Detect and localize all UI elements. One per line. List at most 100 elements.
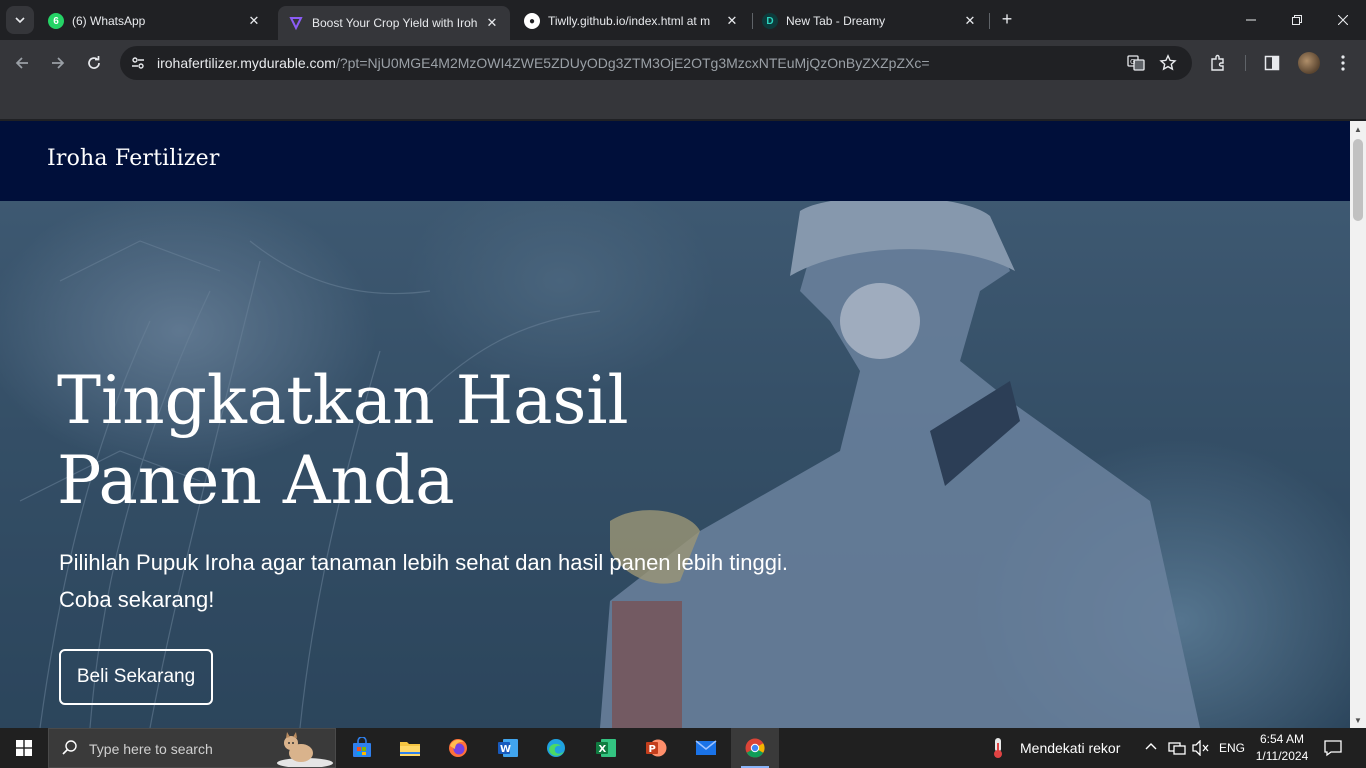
clock-time: 6:54 AM xyxy=(1259,732,1305,746)
svg-text:W: W xyxy=(500,744,511,755)
page-scrollbar[interactable]: ▲ ▼ xyxy=(1350,121,1366,728)
taskbar-word[interactable]: W xyxy=(484,728,532,768)
tab-search-button[interactable] xyxy=(6,6,34,34)
hero-subtitle-line: Coba sekarang! xyxy=(59,587,215,612)
minimize-icon xyxy=(1246,19,1256,21)
svg-text:P: P xyxy=(649,744,656,755)
url-path: /?pt=NjU0MGE4M2MzOWI4ZWE5ZDUyODg3ZTM3OjE… xyxy=(335,55,930,71)
translate-icon[interactable]: G xyxy=(1126,53,1146,73)
volume-muted-icon[interactable] xyxy=(1192,739,1210,761)
github-icon: ● xyxy=(524,13,540,29)
side-panel-icon[interactable] xyxy=(1259,50,1285,76)
buy-now-button[interactable]: Beli Sekarang xyxy=(59,649,213,705)
hero-title-line: Panen Anda xyxy=(57,442,455,519)
taskbar-chrome[interactable] xyxy=(731,728,779,768)
arrow-left-icon xyxy=(15,57,28,69)
chrome-icon xyxy=(745,738,765,758)
dreamy-icon: D xyxy=(762,13,778,29)
close-window-button[interactable] xyxy=(1320,0,1366,40)
search-icon xyxy=(62,740,77,755)
page-viewport: Iroha Fertilizer Tingkatkan Hasil Panen … xyxy=(0,121,1350,728)
whatsapp-icon: 6 xyxy=(48,13,64,29)
search-highlight-cat-icon xyxy=(277,732,333,767)
hero-subtitle-line: Pilihlah Pupuk Iroha agar tanaman lebih … xyxy=(59,550,788,575)
forward-button[interactable] xyxy=(45,50,71,76)
start-button[interactable] xyxy=(0,728,48,768)
close-icon xyxy=(1338,15,1348,25)
powerpoint-icon: P xyxy=(646,739,667,757)
scroll-down-arrow-icon[interactable]: ▼ xyxy=(1350,712,1366,728)
chevron-down-icon xyxy=(15,17,25,24)
tab-title: Boost Your Crop Yield with Iroh xyxy=(312,16,478,30)
bookmark-bar xyxy=(0,86,1366,120)
store-icon xyxy=(353,737,371,757)
folder-icon xyxy=(400,742,420,756)
clock-date: 1/11/2024 xyxy=(1255,749,1309,763)
tab-github[interactable]: ● Tiwlly.github.io/index.html at m ✕ xyxy=(514,6,750,36)
close-tab-icon[interactable]: ✕ xyxy=(724,13,740,29)
system-clock[interactable]: 6:54 AM 1/11/2024 xyxy=(1250,731,1314,765)
close-tab-icon[interactable]: ✕ xyxy=(962,13,978,29)
network-icon[interactable] xyxy=(1168,740,1186,761)
url-text[interactable]: irohafertilizer.mydurable.com/?pt=NjU0MG… xyxy=(157,55,930,71)
input-language[interactable]: ENG xyxy=(1219,741,1245,755)
url-host: irohafertilizer.mydurable.com xyxy=(157,55,336,71)
hero-title: Tingkatkan Hasil Panen Anda xyxy=(57,361,757,521)
reload-icon xyxy=(88,56,100,69)
new-tab-button[interactable]: + xyxy=(996,8,1018,30)
durable-icon xyxy=(288,15,304,31)
taskbar-edge[interactable] xyxy=(532,728,580,768)
taskbar-firefox[interactable] xyxy=(434,728,482,768)
close-tab-icon[interactable]: ✕ xyxy=(484,15,500,31)
edge-icon xyxy=(547,739,565,757)
windows-logo-icon xyxy=(16,740,32,756)
more-menu-icon[interactable] xyxy=(1330,50,1356,76)
search-placeholder: Type here to search xyxy=(89,741,213,757)
taskbar-excel[interactable]: X xyxy=(582,728,630,768)
reload-button[interactable] xyxy=(81,50,107,76)
tab-title: Tiwlly.github.io/index.html at m xyxy=(548,14,711,28)
show-hidden-icons-chevron-icon[interactable] xyxy=(1144,740,1158,759)
tab-dreamy[interactable]: D New Tab - Dreamy ✕ xyxy=(752,6,988,36)
tab-title: New Tab - Dreamy xyxy=(786,14,886,28)
restore-icon xyxy=(1292,15,1302,25)
taskbar-powerpoint[interactable]: P xyxy=(632,728,680,768)
profile-avatar[interactable] xyxy=(1298,52,1320,74)
arrow-right-icon xyxy=(52,57,65,69)
scrollbar-thumb[interactable] xyxy=(1353,139,1363,221)
taskbar-search-box[interactable]: Type here to search xyxy=(48,728,336,768)
site-header: Iroha Fertilizer xyxy=(0,121,1350,201)
address-bar[interactable]: irohafertilizer.mydurable.com/?pt=NjU0MG… xyxy=(120,46,1192,80)
minimize-button[interactable] xyxy=(1228,0,1274,40)
bookmark-star-icon[interactable] xyxy=(1158,53,1178,73)
close-tab-icon[interactable]: ✕ xyxy=(246,13,262,29)
hero-subtitle: Pilihlah Pupuk Iroha agar tanaman lebih … xyxy=(59,544,859,618)
mail-icon xyxy=(695,740,717,755)
taskbar-microsoft-store[interactable] xyxy=(338,728,386,768)
hero-title-line: Tingkatkan Hasil xyxy=(57,362,629,439)
weather-icon[interactable] xyxy=(988,737,1008,764)
weather-text[interactable]: Mendekati rekor xyxy=(1020,740,1120,756)
tab-iroha[interactable]: Boost Your Crop Yield with Iroh ✕ xyxy=(278,6,510,40)
tab-whatsapp[interactable]: 6 (6) WhatsApp ✕ xyxy=(38,6,272,36)
taskbar-mail[interactable] xyxy=(682,728,730,768)
windows-taskbar: Type here to search W X P Mendekati reko… xyxy=(0,728,1366,768)
site-info-icon[interactable] xyxy=(128,53,148,73)
excel-icon: X xyxy=(596,739,616,757)
taskbar-file-explorer[interactable] xyxy=(386,728,434,768)
scroll-up-arrow-icon[interactable]: ▲ xyxy=(1350,121,1366,137)
notification-icon[interactable] xyxy=(1324,739,1342,762)
tab-separator xyxy=(989,13,990,29)
back-button[interactable] xyxy=(9,50,35,76)
svg-text:X: X xyxy=(599,744,607,755)
hero-section: Tingkatkan Hasil Panen Anda Pilihlah Pup… xyxy=(0,201,1350,728)
firefox-icon xyxy=(449,739,467,757)
svg-text:G: G xyxy=(1130,58,1135,66)
browser-toolbar: irohafertilizer.mydurable.com/?pt=NjU0MG… xyxy=(0,40,1366,86)
toolbar-divider xyxy=(1245,55,1246,71)
site-brand[interactable]: Iroha Fertilizer xyxy=(47,146,220,171)
extensions-icon[interactable] xyxy=(1205,50,1231,76)
restore-button[interactable] xyxy=(1274,0,1320,40)
tab-strip: 6 (6) WhatsApp ✕ Boost Your Crop Yield w… xyxy=(0,0,1366,40)
word-icon: W xyxy=(498,739,518,757)
